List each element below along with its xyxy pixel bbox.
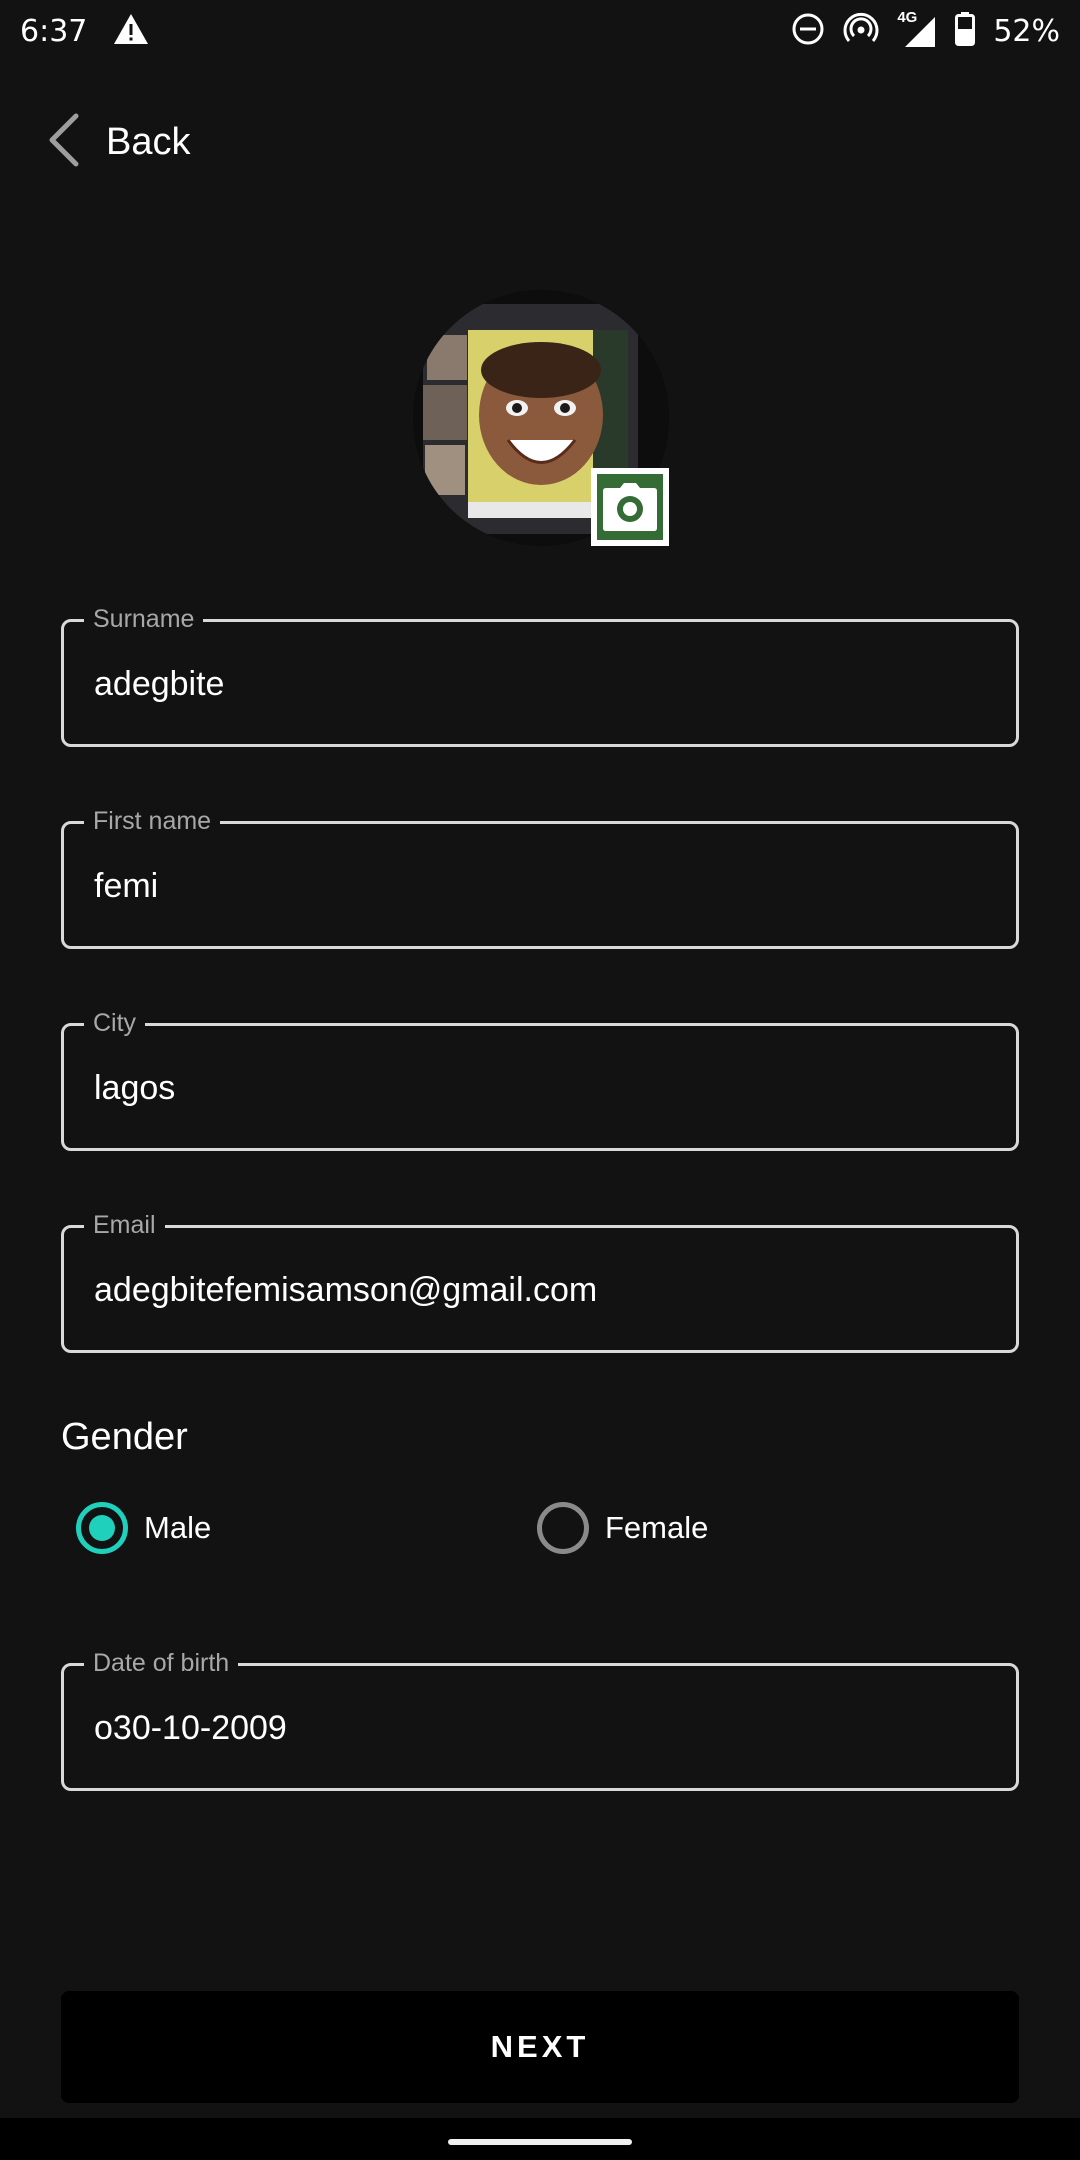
status-right: 4G 52% <box>791 9 1060 51</box>
city-field[interactable]: City lagos <box>61 1008 1019 1151</box>
email-label: Email <box>84 1210 165 1240</box>
warning-icon <box>113 13 149 50</box>
surname-input[interactable]: adegbite <box>94 664 224 704</box>
date-of-birth-label: Date of birth <box>84 1648 239 1678</box>
surname-label: Surname <box>84 604 204 634</box>
back-button[interactable]: Back <box>46 112 190 172</box>
city-input[interactable]: lagos <box>94 1068 175 1108</box>
male-label: Male <box>144 1510 212 1545</box>
battery-icon <box>955 11 976 51</box>
female-radio[interactable] <box>537 1502 589 1554</box>
surname-field[interactable]: Surname adegbite <box>61 604 1019 747</box>
gender-option-male[interactable]: Male <box>76 1500 211 1556</box>
first-name-field[interactable]: First name femi <box>61 806 1019 949</box>
hotspot-icon <box>843 12 879 51</box>
status-time: 6:37 <box>20 13 88 49</box>
email-field[interactable]: Email adegbitefemisamson@gmail.com <box>61 1210 1019 1353</box>
radio-dot <box>89 1515 115 1541</box>
profile-photo-area <box>413 290 669 546</box>
chevron-left-icon <box>46 113 80 172</box>
back-label: Back <box>106 120 191 163</box>
next-button[interactable]: NEXT <box>61 1991 1019 2103</box>
status-bar: 6:37 4G 52% <box>0 0 1080 62</box>
first-name-input[interactable]: femi <box>94 866 158 906</box>
email-input[interactable]: adegbitefemisamson@gmail.com <box>94 1270 597 1310</box>
change-photo-button[interactable] <box>591 468 669 546</box>
battery-percent: 52% <box>993 13 1060 49</box>
home-indicator[interactable] <box>448 2139 632 2145</box>
date-of-birth-input[interactable]: o30-10-2009 <box>94 1708 287 1748</box>
camera-icon <box>597 474 663 540</box>
signal-icon: 4G <box>897 9 937 49</box>
first-name-label: First name <box>84 806 221 836</box>
city-label: City <box>84 1008 146 1038</box>
gender-title: Gender <box>61 1416 188 1458</box>
date-of-birth-field[interactable]: Date of birth o30-10-2009 <box>61 1648 1019 1791</box>
male-radio[interactable] <box>76 1502 128 1554</box>
status-left: 6:37 <box>20 13 149 50</box>
do-not-disturb-icon <box>791 12 825 51</box>
network-type: 4G <box>897 9 918 26</box>
gender-option-female[interactable]: Female <box>537 1500 708 1556</box>
female-label: Female <box>605 1510 709 1545</box>
